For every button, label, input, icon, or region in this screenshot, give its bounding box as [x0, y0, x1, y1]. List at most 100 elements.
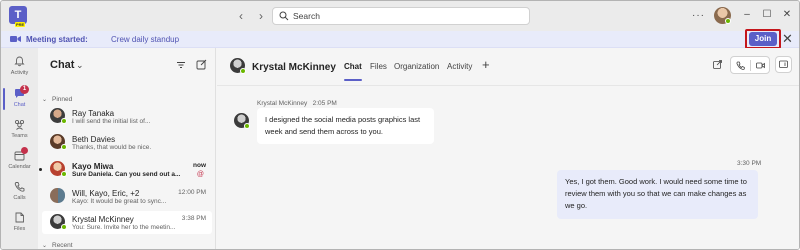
popout-icon	[713, 60, 722, 69]
appbar-label-teams: Teams	[11, 133, 28, 139]
chat-row-preview: Kayo: It would be great to sync...	[72, 198, 167, 205]
forward-arrow-icon[interactable]: ›	[254, 9, 268, 23]
maximize-icon[interactable]: ☐	[761, 9, 773, 20]
chat-main-pane: Krystal McKinney Chat Files Organization…	[217, 48, 799, 249]
teams-window: T PRE ‹ › Search ··· – ☐ ✕ Meeting start…	[0, 0, 800, 250]
meeting-name: Crew daily standup	[111, 35, 180, 44]
appbar-label-files: Files	[13, 226, 26, 232]
recent-section-header[interactable]: ⌄ Recent	[42, 242, 73, 249]
appbar-label-activity: Activity	[10, 70, 29, 76]
chat-row-time: now	[193, 162, 206, 169]
chevron-down-icon[interactable]: ⌄	[76, 60, 84, 71]
title-bar: T PRE ‹ › Search ··· – ☐ ✕	[1, 1, 799, 31]
minimize-icon[interactable]: –	[741, 9, 753, 20]
call-buttons-group	[730, 56, 770, 74]
back-arrow-icon[interactable]: ‹	[234, 9, 248, 23]
chat-row-name: Kayo Miwa	[72, 162, 114, 171]
recent-label: Recent	[52, 242, 73, 249]
phone-icon	[14, 182, 25, 192]
chat-row-preview: Thanks, that would be nice.	[72, 144, 152, 151]
meeting-banner: Meeting started: Crew daily standup	[1, 31, 799, 48]
chat-row-name: Will, Kayo, Eric, +2	[72, 189, 140, 198]
app-bar: Activity 1 Chat Teams Calendar Calls Fil…	[1, 48, 38, 249]
presence-available-icon	[61, 171, 67, 177]
chat-row-preview: You: Sure. Invite her to the meetin...	[72, 224, 176, 231]
chat-row-beth-davies[interactable]: Beth Davies Thanks, that would be nice.	[42, 131, 212, 154]
outgoing-message-time: 3:30 PM	[737, 160, 762, 167]
chat-row-time: 12:00 PM	[178, 189, 206, 196]
share-screen-icon	[779, 60, 788, 68]
user-avatar[interactable]	[714, 7, 731, 24]
tab-organization[interactable]: Organization	[394, 62, 439, 71]
chat-header-name: Krystal McKinney	[252, 62, 336, 73]
presence-available-icon	[61, 118, 67, 124]
presence-available-icon	[725, 18, 731, 24]
section-collapse-icon: ⌄	[42, 243, 48, 249]
teams-icon	[14, 119, 25, 130]
search-placeholder: Search	[293, 11, 320, 21]
chat-row-ray-tanaka[interactable]: Ray Tanaka I will send the initial list …	[42, 105, 212, 128]
filter-icon[interactable]	[176, 60, 186, 70]
presence-available-icon	[61, 224, 67, 230]
conversation-area: Krystal McKinney 2:05 PM I designed the …	[217, 85, 799, 249]
logo-preview-badge: PRE	[15, 22, 26, 27]
chat-list-pane: Chat ⌄ ⌄ Pinned Ray Tanaka I will send th…	[38, 48, 216, 249]
outgoing-message-bubble[interactable]: Yes, I got them. Good work. I would need…	[557, 170, 758, 219]
divider	[750, 60, 751, 71]
video-call-icon[interactable]	[756, 61, 765, 70]
chat-row-name: Ray Tanaka	[72, 109, 115, 118]
teams-logo: T PRE	[9, 6, 27, 27]
unread-indicator	[39, 168, 42, 171]
presence-available-icon	[244, 123, 250, 129]
chat-row-preview: Sure Daniela. Can you send out a...	[72, 171, 181, 178]
meeting-started-label: Meeting started:	[26, 35, 88, 44]
appbar-label-calendar: Calendar	[8, 164, 31, 170]
chat-row-preview: I will send the initial list of...	[72, 118, 151, 125]
popout-chat-button[interactable]	[709, 56, 726, 73]
window-close-icon[interactable]: ✕	[781, 9, 793, 20]
incoming-message-bubble[interactable]: I designed the social media posts graphi…	[257, 108, 434, 144]
chat-row-group[interactable]: Will, Kayo, Eric, +2 Kayo: It would be g…	[42, 185, 212, 208]
calendar-alert-dot	[21, 147, 28, 154]
tab-chat[interactable]: Chat	[344, 62, 362, 81]
avatar	[230, 58, 246, 74]
chat-row-name: Krystal McKinney	[72, 215, 134, 224]
group-avatar	[50, 188, 65, 203]
appbar-files[interactable]: Files	[1, 208, 38, 239]
chat-row-name: Beth Davies	[72, 135, 116, 144]
more-options-button[interactable]: ···	[692, 10, 705, 21]
file-icon	[15, 212, 24, 223]
phone-icon[interactable]	[736, 61, 745, 70]
bell-icon	[14, 56, 25, 67]
presence-available-icon	[240, 68, 246, 74]
appbar-calls[interactable]: Calls	[1, 177, 38, 208]
banner-close-icon[interactable]: ✕	[782, 31, 793, 47]
appbar-activity[interactable]: Activity	[1, 52, 38, 83]
search-icon	[279, 11, 289, 21]
chat-row-kayo-miwa[interactable]: Kayo Miwa Sure Daniela. Can you send out…	[39, 158, 212, 181]
tab-activity[interactable]: Activity	[447, 62, 472, 71]
pinned-section-header[interactable]: ⌄ Pinned	[42, 96, 72, 103]
appbar-chat[interactable]: 1 Chat	[1, 84, 38, 115]
appbar-label-calls: Calls	[13, 195, 26, 201]
chat-row-krystal-mckinney[interactable]: Krystal McKinney You: Sure. Invite her t…	[42, 211, 212, 234]
search-input[interactable]: Search	[272, 7, 530, 25]
tab-files[interactable]: Files	[370, 62, 387, 71]
appbar-label-chat: Chat	[13, 102, 26, 108]
chat-row-time: 3:38 PM	[181, 215, 206, 222]
appbar-teams[interactable]: Teams	[1, 115, 38, 146]
video-camera-icon	[10, 36, 21, 42]
new-chat-icon[interactable]	[196, 59, 207, 70]
chat-unread-badge: 1	[20, 85, 29, 94]
section-collapse-icon: ⌄	[42, 97, 48, 103]
appbar-calendar[interactable]: Calendar	[1, 146, 38, 177]
message-sender: Krystal McKinney	[257, 100, 308, 107]
add-tab-icon[interactable]: +	[482, 57, 490, 72]
join-button[interactable]: Join	[749, 32, 777, 46]
presence-available-icon	[61, 144, 67, 150]
share-screen-button[interactable]	[775, 56, 792, 73]
message-time: 2:05 PM	[312, 100, 337, 107]
incoming-message-meta: Krystal McKinney 2:05 PM	[257, 100, 337, 107]
mention-icon: @	[196, 171, 204, 178]
logo-letter: T	[14, 9, 22, 21]
